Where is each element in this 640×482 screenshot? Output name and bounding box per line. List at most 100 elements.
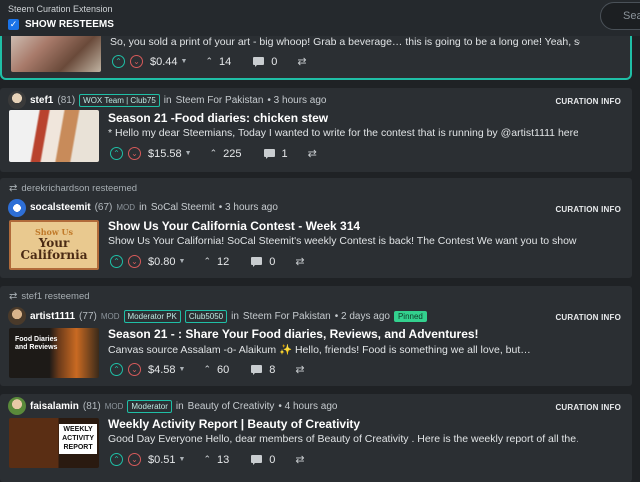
comments-count[interactable]: 0 xyxy=(271,56,277,68)
avatar[interactable] xyxy=(8,91,26,109)
post-title[interactable]: Season 21 - : Share Your Food diaries, R… xyxy=(108,327,479,341)
upvote-icon[interactable]: ⌃ xyxy=(110,363,123,376)
thumbnail-label: WEEKLY ACTIVITY REPORT xyxy=(59,424,97,455)
chevron-down-icon[interactable]: ▼ xyxy=(185,150,192,157)
extension-header: Steem Curation Extension ✓ SHOW RESTEEMS… xyxy=(0,0,640,36)
comments-count[interactable]: 0 xyxy=(269,454,275,466)
comment-icon[interactable] xyxy=(251,454,263,465)
pinned-badge: Pinned xyxy=(393,311,427,322)
downvote-icon[interactable]: ⌄ xyxy=(128,147,141,160)
comment-icon[interactable] xyxy=(253,56,265,67)
post-time: • 4 hours ago xyxy=(278,401,338,412)
post-excerpt[interactable]: Canvas source Assalam -o- Alaikum ✨ Hell… xyxy=(108,343,578,356)
downvote-icon[interactable]: ⌄ xyxy=(130,55,143,68)
post-excerpt[interactable]: Good Day Everyone Hello, dear members of… xyxy=(108,433,578,445)
post-title[interactable]: Weekly Activity Report | Beauty of Creat… xyxy=(108,417,360,431)
post-thumbnail[interactable] xyxy=(9,110,99,162)
curation-info-button[interactable]: CURATION INFO xyxy=(555,313,621,322)
curation-info-button[interactable]: CURATION INFO xyxy=(555,205,621,214)
upvote-icon[interactable]: ⌃ xyxy=(112,55,125,68)
chevron-down-icon[interactable]: ▼ xyxy=(181,58,188,65)
community-link[interactable]: Steem For Pakistan xyxy=(243,311,331,322)
show-resteems-toggle[interactable]: ✓ SHOW RESTEEMS xyxy=(8,19,114,30)
author-tag: Moderator PK xyxy=(123,310,181,323)
post-excerpt[interactable]: So, you sold a print of your art - big w… xyxy=(110,36,580,48)
upvote-icon[interactable]: ⌃ xyxy=(110,255,123,268)
post-title[interactable]: Show Us Your California Contest - Week 3… xyxy=(108,219,360,233)
avatar[interactable] xyxy=(8,397,26,415)
avatar[interactable] xyxy=(8,307,26,325)
thumbnail-text: California xyxy=(20,248,88,263)
community-link[interactable]: Beauty of Creativity xyxy=(188,401,275,412)
thumbnail-text: and Reviews xyxy=(15,344,58,352)
comment-icon[interactable] xyxy=(251,364,263,375)
comment-icon[interactable] xyxy=(263,148,276,159)
author-line: socalsteemit (67) MOD in SoCal Steemit •… xyxy=(30,202,278,213)
resteem-icon[interactable]: ⇄ xyxy=(295,453,304,466)
payout-value[interactable]: $0.44 xyxy=(150,56,178,68)
votes-count[interactable]: 13 xyxy=(217,454,229,466)
resteemed-by[interactable]: stef1 resteemed xyxy=(21,291,89,302)
post-time: • 3 hours ago xyxy=(218,202,278,213)
post-time: • 3 hours ago xyxy=(267,95,327,106)
payout-value[interactable]: $15.58 xyxy=(148,148,182,160)
comments-count[interactable]: 8 xyxy=(269,364,275,376)
upvote-icon[interactable]: ⌃ xyxy=(110,147,123,160)
payout-value[interactable]: $4.58 xyxy=(148,364,176,376)
votes-count[interactable]: 14 xyxy=(219,56,231,68)
upvote-icon[interactable]: ⌃ xyxy=(110,453,123,466)
avatar[interactable] xyxy=(8,199,26,217)
author-name[interactable]: socalsteemit xyxy=(30,202,91,213)
curation-info-button[interactable]: CURATION INFO xyxy=(555,403,621,412)
votes-count[interactable]: 225 xyxy=(223,148,241,160)
resteemed-line: ⇄ derekrichardson resteemed xyxy=(9,183,137,194)
author-line: stef1 (81) WOX Team | Club75 in Steem Fo… xyxy=(30,94,327,107)
votes-icon: ⌃ xyxy=(203,256,212,266)
community-link[interactable]: SoCal Steemit xyxy=(151,202,215,213)
comment-icon[interactable] xyxy=(251,256,263,267)
resteem-icon: ⇄ xyxy=(9,291,18,302)
show-resteems-label: SHOW RESTEEMS xyxy=(25,19,114,30)
author-name[interactable]: faisalamin xyxy=(30,401,79,412)
chevron-down-icon[interactable]: ▼ xyxy=(179,258,186,265)
resteem-icon[interactable]: ⇄ xyxy=(295,255,304,268)
author-line: artist1111 (77) MOD Moderator PK Club505… xyxy=(30,310,427,323)
downvote-icon[interactable]: ⌄ xyxy=(128,255,141,268)
author-reputation: (81) xyxy=(57,95,76,106)
mod-badge: MOD xyxy=(100,312,120,321)
curation-info-button[interactable]: CURATION INFO xyxy=(555,97,621,106)
resteem-icon[interactable]: ⇄ xyxy=(308,147,317,160)
payout-value[interactable]: $0.80 xyxy=(148,256,176,268)
extension-title: Steem Curation Extension xyxy=(8,4,113,14)
resteem-icon[interactable]: ⇄ xyxy=(295,363,304,376)
community-link[interactable]: Steem For Pakistan xyxy=(176,95,264,106)
downvote-icon[interactable]: ⌄ xyxy=(128,363,141,376)
comments-count[interactable]: 1 xyxy=(282,148,288,160)
post-actions: ⌃ ⌄ $0.80 ▼ ⌃ 12 0 ⇄ xyxy=(110,255,305,268)
post-thumbnail[interactable]: Show Us Your California xyxy=(9,220,99,270)
downvote-icon[interactable]: ⌄ xyxy=(128,453,141,466)
author-name[interactable]: artist1111 xyxy=(30,311,75,322)
resteemed-by[interactable]: derekrichardson resteemed xyxy=(21,183,137,194)
resteem-icon[interactable]: ⇄ xyxy=(297,55,306,68)
author-reputation: (81) xyxy=(82,401,101,412)
chevron-down-icon[interactable]: ▼ xyxy=(179,456,186,463)
comments-count[interactable]: 0 xyxy=(269,256,275,268)
votes-icon: ⌃ xyxy=(205,56,214,66)
post-thumbnail[interactable]: Food Diaries and Reviews xyxy=(9,328,99,378)
post-excerpt[interactable]: Show Us Your California! SoCal Steemit's… xyxy=(108,235,578,247)
thumbnail-text: Food Diaries xyxy=(15,336,58,343)
post-excerpt[interactable]: * Hello my dear Steemians, Today I wante… xyxy=(108,127,578,139)
chevron-down-icon[interactable]: ▼ xyxy=(179,366,186,373)
search-input[interactable]: Search xyxy=(600,2,640,30)
show-resteems-checkbox[interactable]: ✓ xyxy=(8,19,19,30)
post-card: stef1 (81) WOX Team | Club75 in Steem Fo… xyxy=(0,88,632,172)
post-card: ⇄ stef1 resteemed artist1111 (77) MOD Mo… xyxy=(0,286,632,386)
votes-count[interactable]: 60 xyxy=(217,364,229,376)
post-thumbnail[interactable]: WEEKLY ACTIVITY REPORT xyxy=(9,418,99,468)
author-name[interactable]: stef1 xyxy=(30,95,53,106)
mod-badge: MOD xyxy=(104,402,124,411)
post-title[interactable]: Season 21 -Food diaries: chicken stew xyxy=(108,111,328,125)
votes-count[interactable]: 12 xyxy=(217,256,229,268)
payout-value[interactable]: $0.51 xyxy=(148,454,176,466)
